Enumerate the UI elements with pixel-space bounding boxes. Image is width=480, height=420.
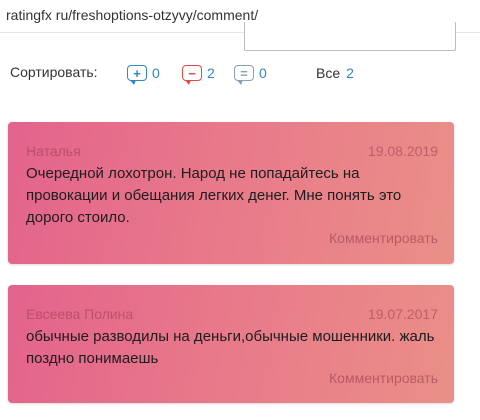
sort-bar: Сортировать: + 0 − 2 = 0 Все 2 bbox=[10, 61, 470, 85]
sort-label: Сортировать: bbox=[10, 64, 98, 80]
filter-neutral-button[interactable]: = 0 bbox=[234, 61, 267, 85]
all-count: 2 bbox=[346, 65, 354, 81]
filter-all-label: Все bbox=[316, 65, 341, 81]
comment-author: Наталья bbox=[26, 143, 81, 159]
plus-comment-icon: + bbox=[127, 65, 147, 85]
comment-text: Очередной лохотрон. Народ не попадайтесь… bbox=[26, 165, 402, 226]
filter-negative-button[interactable]: − 2 bbox=[182, 61, 215, 85]
minus-comment-icon: − bbox=[182, 65, 202, 85]
comment-date: 19.07.2017 bbox=[367, 306, 438, 322]
comment-card: Наталья 19.08.2019 Очередной лохотрон. Н… bbox=[8, 122, 454, 264]
positive-count: 0 bbox=[152, 65, 160, 81]
comment-reply-link[interactable]: Комментировать bbox=[329, 370, 438, 386]
comment-input-box[interactable] bbox=[244, 22, 456, 51]
negative-count: 2 bbox=[207, 65, 215, 81]
neutral-count: 0 bbox=[259, 65, 267, 81]
filter-positive-button[interactable]: + 0 bbox=[127, 61, 160, 85]
url-text[interactable]: ratingfx ru/freshoptions-otzyvy/comment/ bbox=[6, 7, 258, 23]
neutral-comment-icon: = bbox=[234, 65, 254, 85]
comment-text: обычные разводилы на деньги,обычные моше… bbox=[26, 328, 435, 367]
comment-author: Евсеева Полина bbox=[26, 306, 134, 322]
comment-card: Евсеева Полина 19.07.2017 обычные развод… bbox=[8, 285, 454, 403]
filter-all-button[interactable]: Все 2 bbox=[316, 61, 354, 85]
comment-date: 19.08.2019 bbox=[367, 143, 438, 159]
comment-reply-link[interactable]: Комментировать bbox=[329, 230, 438, 246]
